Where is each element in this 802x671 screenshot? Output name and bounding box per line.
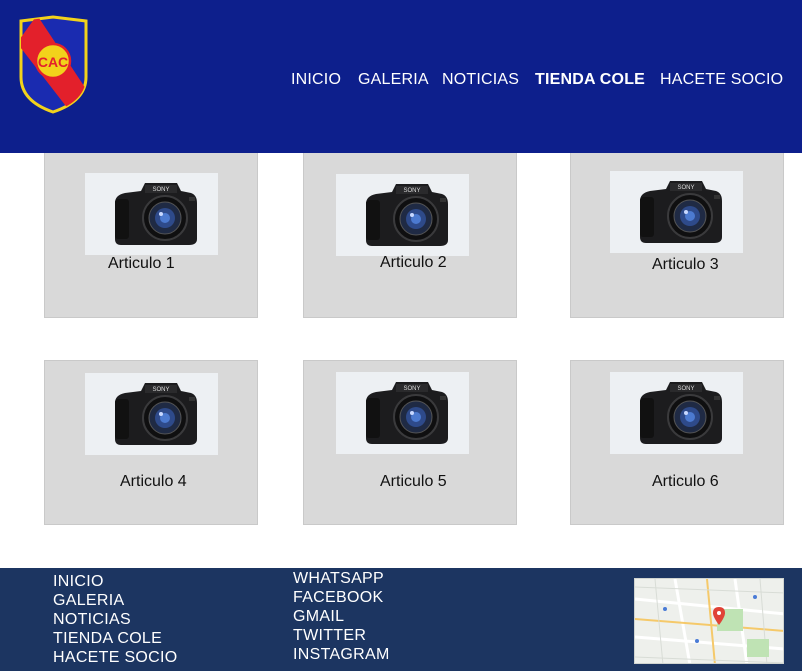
footer-link-noticias[interactable]: NOTICIAS (53, 610, 131, 629)
product-card-6[interactable]: Articulo 6 (570, 360, 784, 525)
footer-link-twitter[interactable]: TWITTER (293, 626, 366, 645)
camera-image (336, 372, 469, 454)
nav-noticias[interactable]: NOTICIAS (442, 71, 519, 89)
product-card-1[interactable]: Articulo 1 (44, 150, 258, 318)
footer-link-whatsapp[interactable]: WHATSAPP (293, 569, 384, 588)
footer-link-facebook[interactable]: FACEBOOK (293, 588, 383, 607)
map-thumbnail[interactable] (634, 578, 784, 664)
footer-link-galeria[interactable]: GALERIA (53, 591, 124, 610)
camera-image (85, 173, 218, 255)
product-card-4[interactable]: Articulo 4 (44, 360, 258, 525)
svg-text:CAC: CAC (38, 54, 68, 70)
product-card-2[interactable]: Articulo 2 (303, 150, 517, 318)
nav-galeria[interactable]: GALERIA (358, 71, 429, 89)
camera-image (610, 171, 743, 253)
product-label: Articulo 6 (652, 473, 719, 490)
product-label: Articulo 1 (108, 255, 175, 272)
footer-link-instagram[interactable]: INSTAGRAM (293, 645, 390, 664)
camera-image (610, 372, 743, 454)
footer-link-gmail[interactable]: GMAIL (293, 607, 344, 626)
product-card-5[interactable]: Articulo 5 (303, 360, 517, 525)
footer-link-hacete-socio[interactable]: HACETE SOCIO (53, 648, 178, 667)
site-footer: INICIO GALERIA NOTICIAS TIENDA COLE HACE… (0, 568, 802, 671)
footer-link-tienda-cole[interactable]: TIENDA COLE (53, 629, 162, 648)
nav-hacete-socio[interactable]: HACETE SOCIO (660, 71, 783, 89)
product-card-3[interactable]: Articulo 3 (570, 150, 784, 318)
product-label: Articulo 5 (380, 473, 447, 490)
site-header: CAC INICIO GALERIA NOTICIAS TIENDA COLE … (0, 0, 802, 153)
nav-inicio[interactable]: INICIO (291, 71, 341, 89)
camera-image (85, 373, 218, 455)
footer-link-inicio[interactable]: INICIO (53, 572, 104, 591)
nav-tienda-cole[interactable]: TIENDA COLE (535, 71, 645, 89)
product-label: Articulo 3 (652, 256, 719, 273)
camera-image (336, 174, 469, 256)
product-label: Articulo 2 (380, 254, 447, 271)
product-label: Articulo 4 (120, 473, 187, 490)
club-logo[interactable]: CAC (17, 15, 90, 114)
main-nav: INICIO GALERIA NOTICIAS TIENDA COLE HACE… (0, 71, 802, 91)
